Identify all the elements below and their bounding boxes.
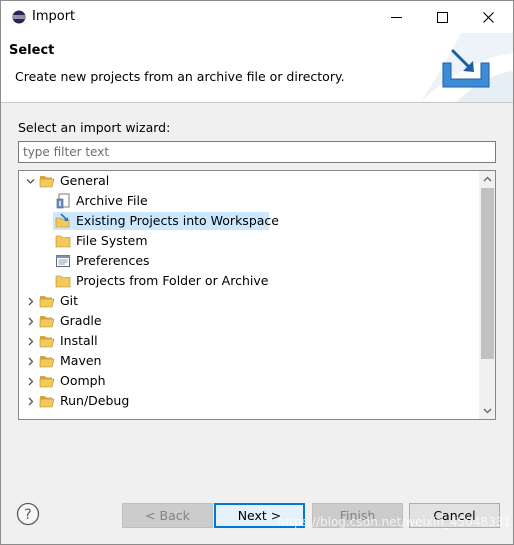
tree-item-label: Gradle bbox=[60, 313, 102, 328]
tree-scrollbar[interactable] bbox=[479, 171, 495, 419]
tree-item-label: Preferences bbox=[76, 253, 150, 268]
tree-item-label: Projects from Folder or Archive bbox=[76, 273, 269, 288]
folder-open-icon bbox=[39, 176, 55, 188]
archive-file-icon bbox=[56, 193, 70, 209]
tree-item-label: Existing Projects into Workspace bbox=[76, 213, 279, 228]
wizard-prompt-label: Select an import wizard: bbox=[18, 120, 171, 135]
tree-item-preferences[interactable]: Preferences bbox=[19, 251, 479, 271]
scroll-down-button[interactable] bbox=[479, 402, 495, 419]
chevron-right-icon[interactable] bbox=[23, 391, 37, 411]
tree-item-oomph[interactable]: Oomph bbox=[19, 371, 479, 391]
help-label: ? bbox=[24, 507, 31, 523]
window-title: Import bbox=[32, 9, 76, 24]
chevron-right-icon[interactable] bbox=[23, 371, 37, 391]
tree-item-run-debug[interactable]: Run/Debug bbox=[19, 391, 479, 411]
folder-open-icon bbox=[39, 356, 55, 368]
tree-item-label: Git bbox=[60, 293, 79, 308]
folder-open-icon bbox=[39, 396, 55, 408]
tree-item-git[interactable]: Git bbox=[19, 291, 479, 311]
folder-open-icon bbox=[39, 296, 55, 308]
page-title: Select bbox=[9, 43, 55, 58]
minimize-icon bbox=[390, 16, 402, 18]
cancel-button[interactable]: Cancel bbox=[409, 503, 500, 528]
page-description: Create new projects from an archive file… bbox=[15, 69, 345, 84]
wizard-tree[interactable]: General Archive File Existing Projects i… bbox=[18, 170, 496, 420]
close-icon bbox=[482, 11, 494, 23]
chevron-right-icon[interactable] bbox=[23, 311, 37, 331]
wizard-footer: ? < Back Next > Finish Cancel bbox=[1, 477, 513, 544]
folder-icon bbox=[55, 235, 71, 248]
chevron-right-icon[interactable] bbox=[23, 291, 37, 311]
existing-projects-icon bbox=[55, 213, 70, 228]
import-wizard-icon bbox=[442, 49, 490, 88]
tree-item-label: Oomph bbox=[60, 373, 106, 388]
maximize-icon bbox=[436, 11, 448, 23]
tree-item-projects-from-folder[interactable]: Projects from Folder or Archive bbox=[19, 271, 479, 291]
tree-item-label: Archive File bbox=[76, 193, 148, 208]
tree-item-existing-projects[interactable]: Existing Projects into Workspace bbox=[19, 211, 479, 231]
import-dialog: Import Select Create new projects from a… bbox=[0, 0, 514, 545]
title-bar: Import bbox=[1, 1, 513, 33]
tree-item-maven[interactable]: Maven bbox=[19, 351, 479, 371]
filter-input[interactable] bbox=[18, 141, 496, 163]
folder-open-icon bbox=[39, 376, 55, 388]
tree-item-install[interactable]: Install bbox=[19, 331, 479, 351]
finish-button[interactable]: Finish bbox=[312, 503, 403, 528]
folder-open-icon bbox=[39, 336, 55, 348]
chevron-right-icon[interactable] bbox=[23, 351, 37, 371]
scroll-thumb[interactable] bbox=[481, 188, 494, 359]
tree-item-file-system[interactable]: File System bbox=[19, 231, 479, 251]
minimize-button[interactable] bbox=[373, 1, 419, 33]
help-icon[interactable]: ? bbox=[16, 502, 40, 526]
tree-item-archive-file[interactable]: Archive File bbox=[19, 191, 479, 211]
preferences-icon bbox=[56, 255, 70, 267]
tree-item-label: File System bbox=[76, 233, 148, 248]
folder-icon bbox=[55, 275, 71, 288]
tree-item-general[interactable]: General bbox=[19, 171, 479, 191]
folder-open-icon bbox=[39, 316, 55, 328]
close-button[interactable] bbox=[465, 1, 511, 33]
wizard-header: Select Create new projects from an archi… bbox=[1, 33, 513, 103]
chevron-right-icon[interactable] bbox=[23, 331, 37, 351]
tree-item-gradle[interactable]: Gradle bbox=[19, 311, 479, 331]
eclipse-icon bbox=[12, 10, 26, 24]
back-button[interactable]: < Back bbox=[122, 503, 213, 528]
maximize-button[interactable] bbox=[419, 1, 465, 33]
scroll-up-button[interactable] bbox=[479, 171, 495, 188]
tree-item-label: General bbox=[60, 173, 110, 188]
next-button[interactable]: Next > bbox=[214, 503, 305, 528]
tree-item-label: Run/Debug bbox=[60, 393, 130, 408]
chevron-down-icon bbox=[483, 408, 492, 414]
chevron-up-icon bbox=[483, 176, 492, 182]
tree-item-label: Install bbox=[60, 333, 98, 348]
chevron-down-icon[interactable] bbox=[23, 171, 37, 191]
tree-item-label: Maven bbox=[60, 353, 102, 368]
